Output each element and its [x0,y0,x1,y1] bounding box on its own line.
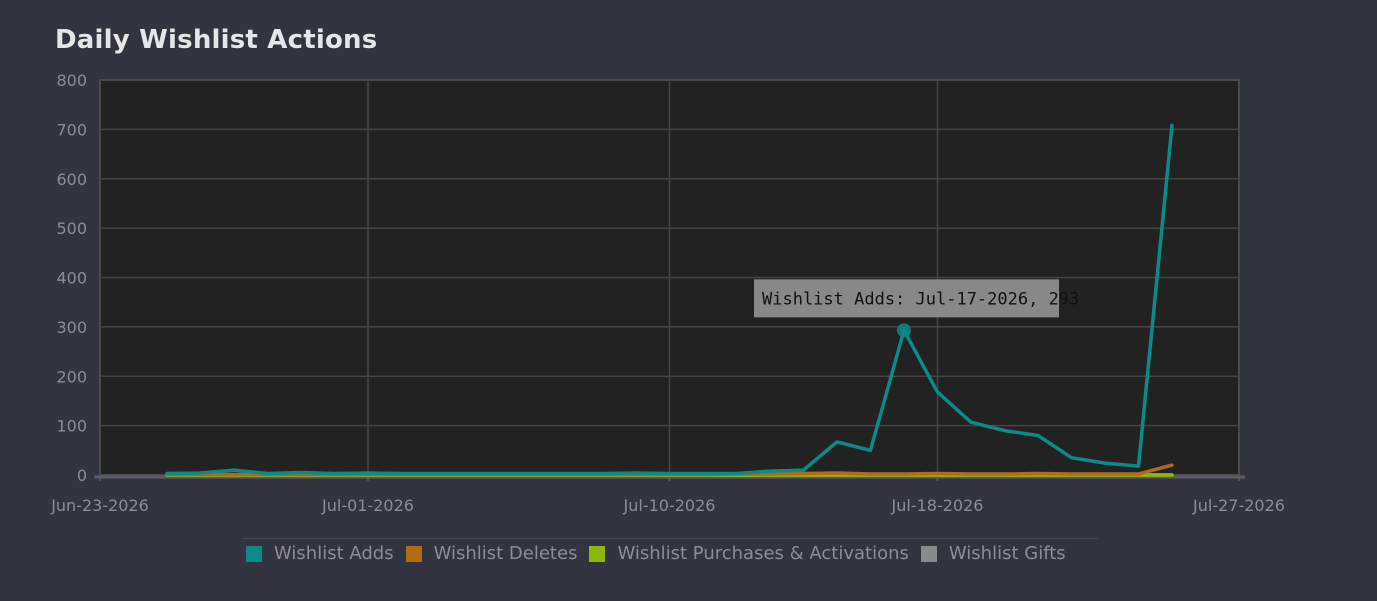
y-tick-label-500: 500 [56,219,87,238]
x-tick-label-4: Jul-27-2026 [1192,496,1285,515]
x-tick-label-3: Jul-18-2026 [891,496,984,515]
y-tick-label-600: 600 [56,170,87,189]
y-tick-label-800: 800 [56,71,87,90]
y-tick-label-100: 100 [56,417,87,436]
legend-swatch-gifts [920,545,937,562]
y-tick-label-300: 300 [56,318,87,337]
legend-swatch-adds [246,545,262,562]
y-tick-label-0: 0 [77,466,87,485]
tooltip-text: Wishlist Adds: Jul-17-2026, 293 [762,289,1079,309]
legend-label-adds: Wishlist Adds [274,543,394,564]
x-tick-label-1: Jul-01-2026 [321,496,414,515]
legend-item-deletes[interactable]: Wishlist Deletes [405,543,578,564]
y-tick-label-200: 200 [56,367,87,386]
y-tick-label-400: 400 [56,269,87,288]
legend-item-purchases[interactable]: Wishlist Purchases & Activations [589,543,909,564]
legend-item-adds[interactable]: Wishlist Adds [246,543,394,564]
chart-legend: Wishlist Adds Wishlist Deletes Wishlist … [242,538,1098,564]
chart-canvas[interactable]: 0 100 200 300 400 500 600 700 800 Jun-23-2026 Jul-… [0,0,1377,601]
legend-swatch-deletes [405,545,422,562]
legend-label-deletes: Wishlist Deletes [433,543,578,564]
y-tick-label-700: 700 [56,120,87,139]
x-tick-label-0: Jun-23-2026 [50,496,149,515]
legend-label-gifts: Wishlist Gifts [948,543,1066,564]
x-tick-label-2: Jul-10-2026 [623,496,716,515]
legend-label-purchases: Wishlist Purchases & Activations [617,543,909,564]
legend-swatch-purchases [589,545,606,562]
legend-item-gifts[interactable]: Wishlist Gifts [920,543,1066,564]
highlight-point [897,323,911,338]
wishlist-chart-page: Daily Wishlist Actions 0 100 200 300 400 500 6… [0,0,1377,601]
